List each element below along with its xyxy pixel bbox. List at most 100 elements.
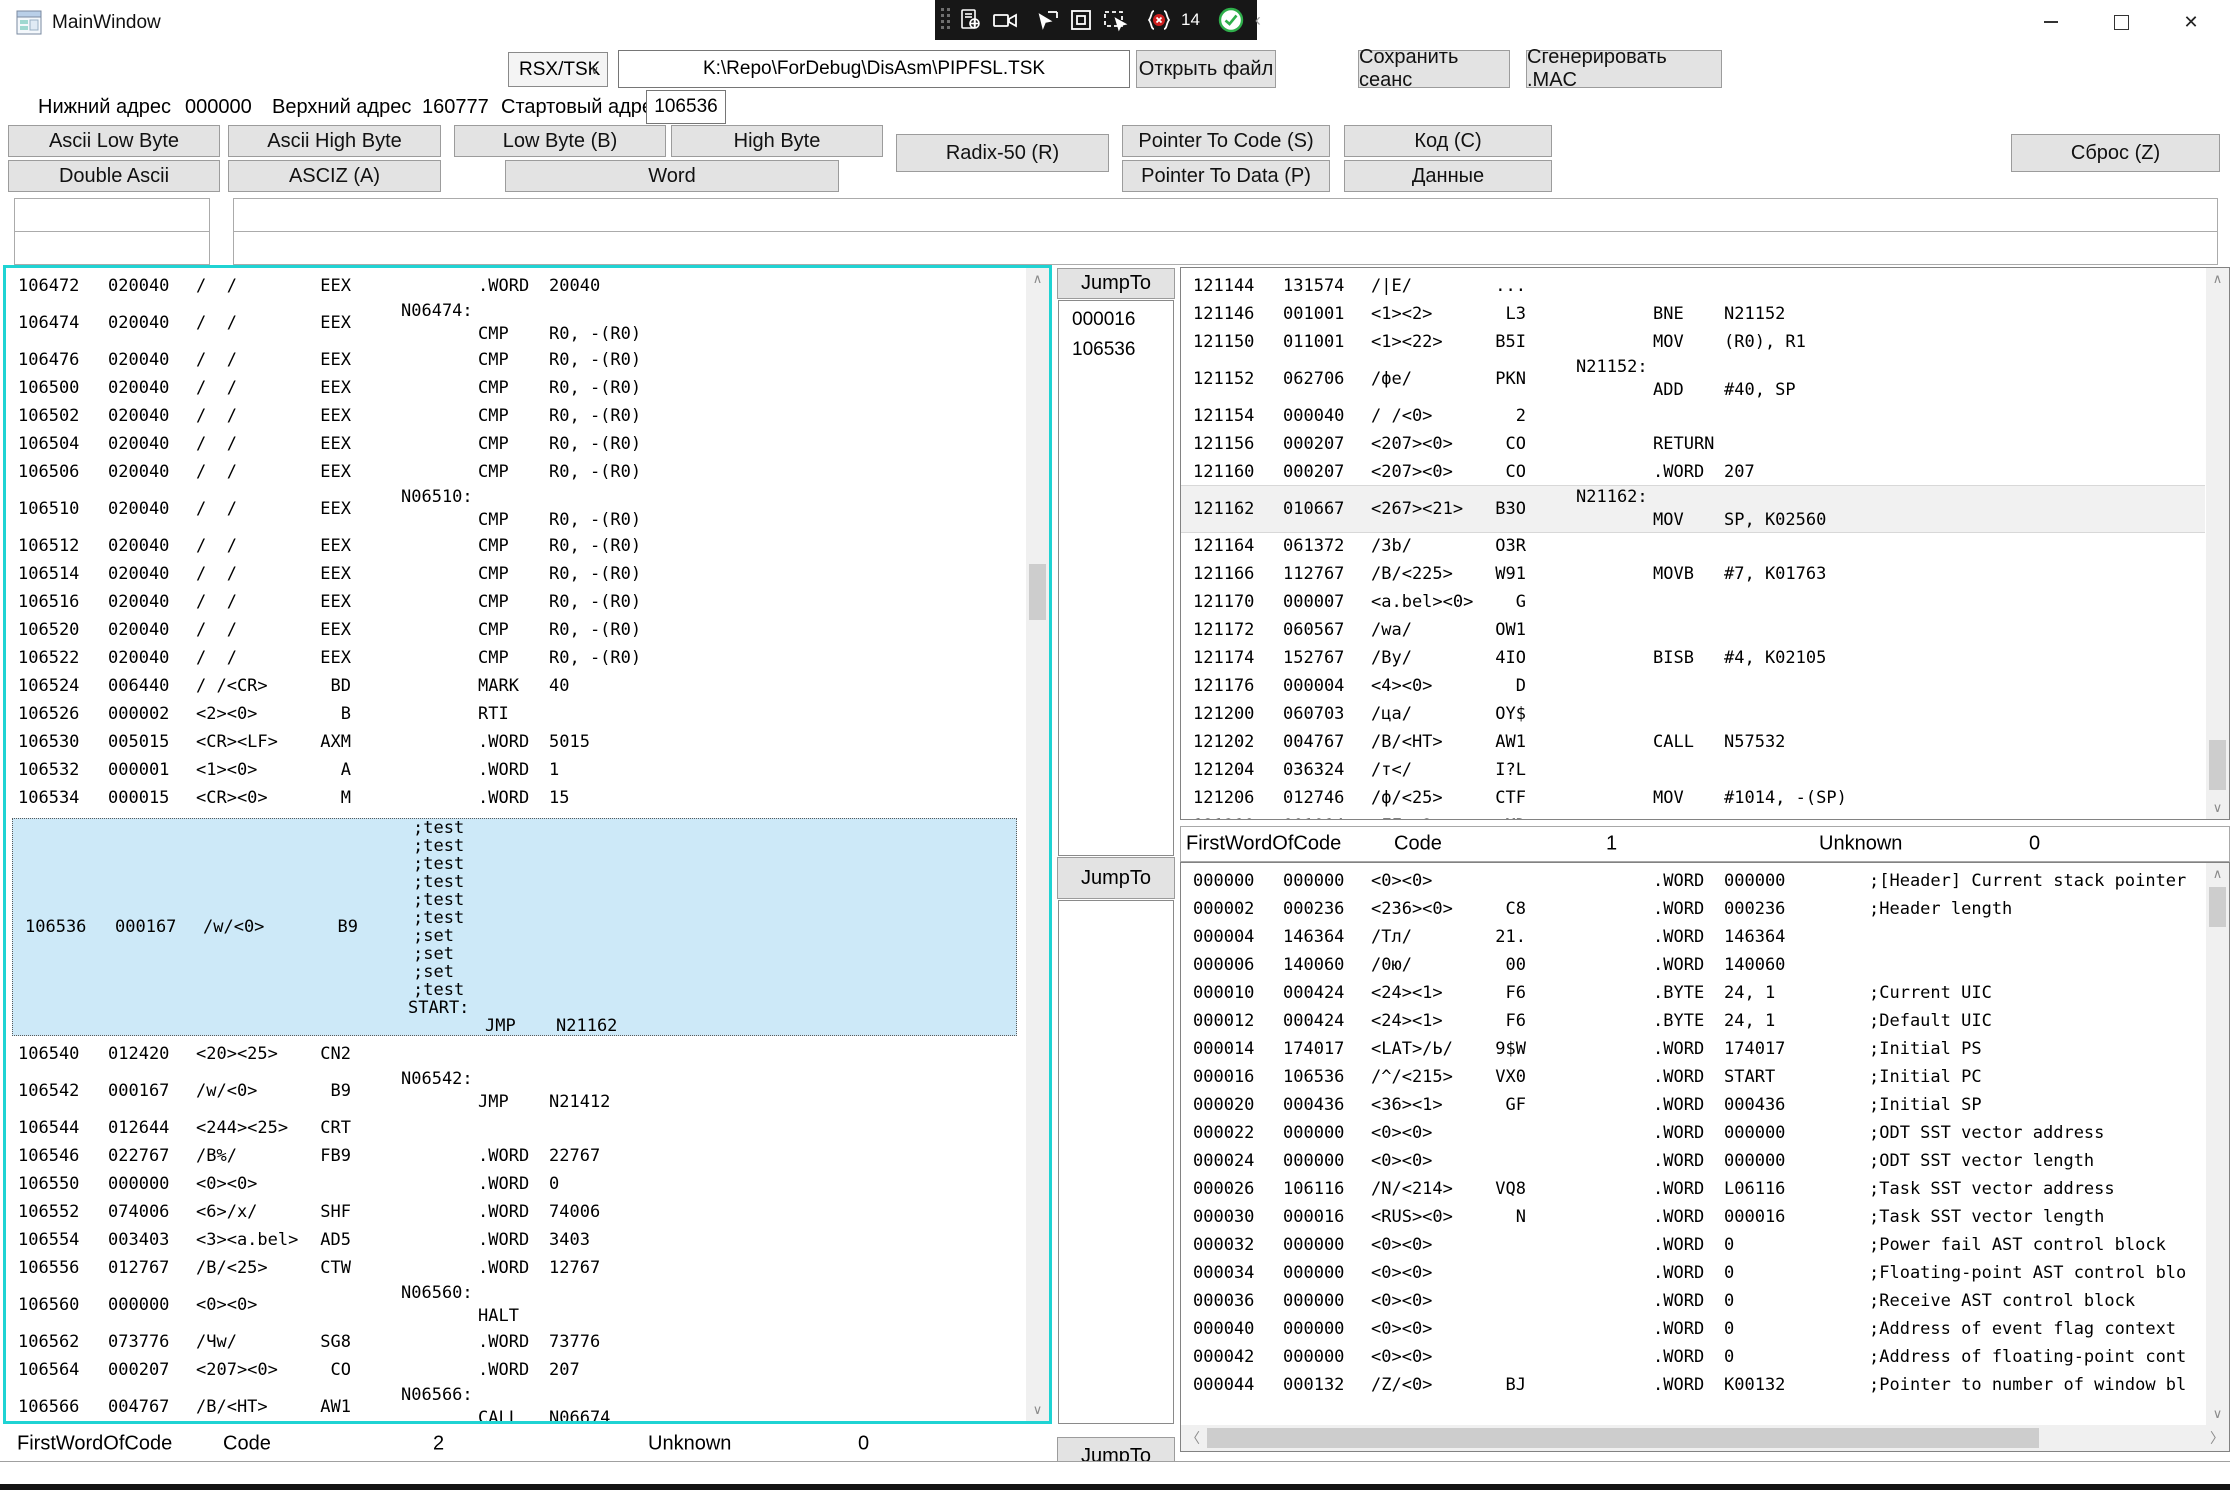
pointer-to-data-button[interactable]: Pointer To Data (P) (1122, 160, 1330, 192)
listing-row[interactable]: .WORD15106534000015<CR><0>M (6, 784, 1025, 812)
listing-row[interactable]: .WORDSTART;Initial PC000016106536/^/<215… (1181, 1063, 2205, 1091)
listing-row[interactable]: N06560:HALT106560000000<0><0> (6, 1282, 1025, 1328)
listing-row[interactable]: RTI106526000002<2><0>B (6, 700, 1025, 728)
listing-row[interactable]: CMPR0, -(R0)106476020040/ /EEX (6, 346, 1025, 374)
listing-row[interactable]: .WORD000000;ODT SST vector length0000240… (1181, 1147, 2205, 1175)
listing-row[interactable]: N06566:CALLN06674106566004767/В/<HT>AW1 (6, 1384, 1025, 1421)
scroll-down-icon[interactable]: ∨ (1026, 1399, 1049, 1421)
listing-row[interactable]: CMPR0, -(R0)106516020040/ /EEX (6, 588, 1025, 616)
format-select[interactable]: RSX/TSK ∨ (508, 52, 608, 87)
scroll-up-icon[interactable]: ∧ (1026, 268, 1049, 290)
minimize-button[interactable] (2016, 0, 2086, 44)
listing-row[interactable]: CMPR0, -(R0)106502020040/ /EEX (6, 402, 1025, 430)
listing-row[interactable]: CMPR0, -(R0)106504020040/ /EEX (6, 430, 1025, 458)
jumpto-item[interactable]: 106536 (1059, 335, 1173, 365)
listing-row[interactable]: 121204036324/т</I?L (1181, 756, 2205, 784)
listing-row[interactable]: .WORD000016;Task SST vector length000030… (1181, 1203, 2205, 1231)
listing-row[interactable]: .WORD1106532000001<1><0>A (6, 756, 1025, 784)
listing-row[interactable]: .WORD0;Address of event flag context0000… (1181, 1315, 2205, 1343)
vertical-scrollbar[interactable]: ∧ ∨ (2206, 863, 2229, 1425)
file-path-input[interactable]: K:\Repo\ForDebug\DisAsm\PIPFSL.TSK (618, 50, 1130, 88)
disassembly-listing[interactable]: .WORD20040106472020040/ /EEXN06474:CMPR0… (6, 272, 1025, 1421)
scroll-down-icon[interactable]: ∨ (2206, 797, 2229, 819)
listing-row[interactable]: N06542:JMPN21412106542000167/w/<0>B9 (6, 1068, 1025, 1114)
open-file-button[interactable]: Открыть файл (1136, 50, 1276, 88)
listing-row[interactable]: .WORD000436;Initial SP000020000436<36><1… (1181, 1091, 2205, 1119)
scrollbar-thumb[interactable] (2209, 887, 2226, 927)
jumpto-list-top[interactable]: 000016 106536 (1058, 300, 1174, 856)
error-count-icon[interactable] (1146, 8, 1172, 32)
listing-row[interactable]: 121170000007<a.bel><0>G (1181, 588, 2205, 616)
listing-row[interactable]: .WORD73776106562073776/Чw/SG8 (6, 1328, 1025, 1356)
data-button[interactable]: Данные (1344, 160, 1552, 192)
listing-row[interactable]: .WORD207121160000207<207><0>CO (1181, 458, 2205, 486)
drag-handle-icon[interactable] (941, 8, 950, 32)
listing-row[interactable]: N06474:CMPR0, -(R0)106474020040/ /EEX (6, 300, 1025, 346)
listing-row[interactable]: N21152:ADD#40, SP121152062706/фе/PKN (1181, 356, 2205, 402)
collapse-toolbar-icon[interactable]: ‹ (1255, 10, 1261, 31)
word-button[interactable]: Word (505, 160, 839, 192)
scroll-down-icon[interactable]: ∨ (2206, 1403, 2229, 1425)
scrollbar-thumb[interactable] (2209, 740, 2226, 790)
listing-row[interactable]: CMPR0, -(R0)106514020040/ /EEX (6, 560, 1025, 588)
listing-row[interactable]: 106540012420<20><25>CN2 (6, 1040, 1025, 1068)
listing-row[interactable]: .WORD0;Power fail AST control block00003… (1181, 1231, 2205, 1259)
listing-row[interactable]: .WORD0;Address of floating-point cont000… (1181, 1343, 2205, 1371)
horizontal-scrollbar[interactable]: 〈 〉 (1181, 1425, 2229, 1451)
empty-field[interactable] (233, 231, 2218, 265)
asciz-button[interactable]: ASCIZ (A) (228, 160, 441, 192)
listing-row[interactable]: 121200060703/ца/OY$ (1181, 700, 2205, 728)
listing-row[interactable]: CMPR0, -(R0)106500020040/ /EEX (6, 374, 1025, 402)
listing-row[interactable]: BNEN21152121146001001<1><2>L3 (1181, 300, 2205, 328)
empty-field[interactable] (14, 198, 210, 232)
cursor-select-icon[interactable] (1036, 8, 1060, 32)
empty-field[interactable] (233, 198, 2218, 232)
listing-row[interactable]: .WORD12767106556012767/В/<25>CTW (6, 1254, 1025, 1282)
jumpto-list-bottom[interactable] (1058, 900, 1174, 1424)
vertical-scrollbar[interactable]: ∧ ∨ (1026, 268, 1049, 1421)
listing-row[interactable]: CMPR0, -(R0)106506020040/ /EEX (6, 458, 1025, 486)
listing-row[interactable]: .BYTE24, 1;Default UIC000012000424<24><1… (1181, 1007, 2205, 1035)
listing-row[interactable]: 121154000040/ /<0>2 (1181, 402, 2205, 430)
listing-row[interactable]: .WORD0;Floating-point AST control blo000… (1181, 1259, 2205, 1287)
listing-row[interactable]: ;test;test;test;test;test;test;set;set;s… (12, 818, 1017, 1036)
listing-row[interactable]: .WORD000000;[Header] Current stack point… (1181, 867, 2205, 895)
maximize-button[interactable] (2086, 0, 2156, 44)
double-ascii-button[interactable]: Double Ascii (8, 160, 220, 192)
pointer-to-code-button[interactable]: Pointer To Code (S) (1122, 125, 1330, 157)
listing-row[interactable]: 121172060567/wa/OW1 (1181, 616, 2205, 644)
listing-row[interactable]: .WORD74006106552074006<6>/x/SHF (6, 1198, 1025, 1226)
scrollbar-thumb[interactable] (1029, 564, 1046, 620)
success-check-icon[interactable] (1218, 7, 1244, 33)
disassembly-listing[interactable]: .WORD000000;[Header] Current stack point… (1181, 867, 2205, 1425)
listing-row[interactable]: N06510:CMPR0, -(R0)106510020040/ /EEX (6, 486, 1025, 532)
jumpto-item[interactable]: 000016 (1059, 305, 1173, 335)
scrollbar-thumb[interactable] (1207, 1428, 2039, 1448)
listing-row[interactable]: .WORDK00132;Pointer to number of window … (1181, 1371, 2205, 1399)
reset-button[interactable]: Сброс (Z) (2011, 134, 2220, 172)
empty-field[interactable] (14, 231, 210, 265)
code-button[interactable]: Код (C) (1344, 125, 1552, 157)
listing-row[interactable]: MOV#1014, -(SP)121206012746/ф/<25>CTF (1181, 784, 2205, 812)
listing-row[interactable]: .WORD0;Receive AST control block00003600… (1181, 1287, 2205, 1315)
scroll-right-icon[interactable]: 〉 (2205, 1425, 2229, 1451)
scroll-left-icon[interactable]: 〈 (1181, 1425, 1205, 1451)
listing-row[interactable]: .WORD140060000006140060/0ю/00 (1181, 951, 2205, 979)
listing-row[interactable]: .WORD000000;ODT SST vector address000022… (1181, 1119, 2205, 1147)
disassembly-panel-right-top[interactable]: 121144131574/|Е/...BNEN21152121146001001… (1180, 267, 2230, 820)
stop-record-icon[interactable] (1069, 8, 1093, 32)
capture-target-icon[interactable] (959, 8, 983, 32)
disassembly-panel-right-bottom[interactable]: .WORD000000;[Header] Current stack point… (1180, 862, 2230, 1452)
listing-row[interactable]: .WORD207106564000207<207><0>CO (6, 1356, 1025, 1384)
disassembly-listing[interactable]: 121144131574/|Е/...BNEN21152121146001001… (1181, 272, 2205, 819)
listing-row[interactable]: MARK40106524006440/ /<CR>BD (6, 672, 1025, 700)
listing-row[interactable]: MOV(R0), R1121150011001<1><22>B5I (1181, 328, 2205, 356)
listing-row[interactable]: .WORD146364000004146364/Тл/21. (1181, 923, 2205, 951)
low-byte-button[interactable]: Low Byte (B) (454, 125, 666, 157)
start-address-input[interactable]: 106536 (646, 90, 726, 124)
close-button[interactable]: ✕ (2156, 0, 2226, 44)
listing-row[interactable]: .WORD20040106472020040/ /EEX (6, 272, 1025, 300)
listing-row[interactable]: 121164061372/3b/O3R (1181, 532, 2205, 560)
listing-row[interactable]: CMPR0, -(R0)106512020040/ /EEX (6, 532, 1025, 560)
ascii-low-byte-button[interactable]: Ascii Low Byte (8, 125, 220, 157)
